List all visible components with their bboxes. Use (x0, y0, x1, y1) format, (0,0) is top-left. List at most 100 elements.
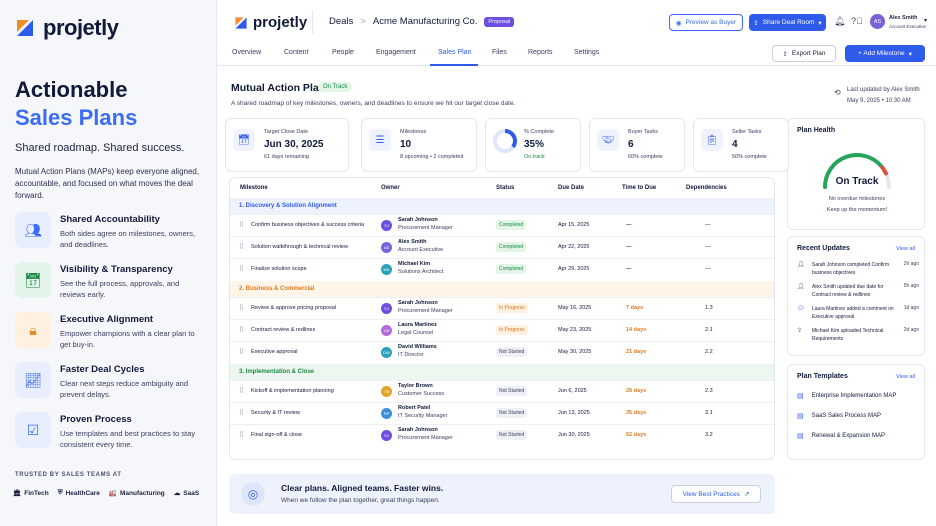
drag-handle-icon[interactable]: ⠿ (239, 431, 244, 439)
drag-handle-icon[interactable]: ⠿ (239, 348, 244, 356)
feature-item: ☑ Proven Process Use templates and best pr… (15, 412, 201, 452)
table-row[interactable]: ⠿ Final sign-off & close SJ Sarah Johnson Pr… (230, 424, 774, 446)
template-item[interactable]: ▤ SaaS Sales Process MAP (797, 412, 881, 420)
milestone-name[interactable]: Contract review & redlines (251, 327, 315, 333)
table-row[interactable]: ⠿ Finalize solution scope MK Michael Kim Sol… (230, 258, 774, 280)
feature-title: Faster Deal Cycles (60, 364, 145, 375)
table-row[interactable]: ⠿ Security & IT review RP Robert Patel IT Se… (230, 402, 774, 424)
help-icon[interactable]: ?⃝ (851, 16, 863, 26)
col-time-to-due[interactable]: Time to Due (622, 185, 656, 191)
status-badge[interactable]: In Progress (496, 303, 528, 313)
document-icon: ▤ (797, 413, 804, 420)
template-name: Renewal & Expansion MAP (811, 433, 885, 439)
col-due-date[interactable]: Due Date (558, 185, 584, 191)
col-status[interactable]: Status (496, 185, 514, 191)
bell-icon[interactable]: 🔔︎ (834, 16, 845, 27)
col-dependencies[interactable]: Dependencies (686, 185, 727, 191)
table-group-header[interactable]: 1. Discovery & Solution Alignment (230, 198, 774, 214)
stat-sub: 60% complete (628, 154, 663, 160)
export-plan-button[interactable]: ⇧ Export Plan (772, 45, 836, 62)
breadcrumb-separator: > (360, 16, 366, 27)
tab-reports[interactable]: Reports (528, 49, 553, 56)
factory-icon: 🏭 (108, 490, 117, 497)
due-date: May 16, 2025 (558, 305, 592, 311)
tab-people[interactable]: People (332, 49, 354, 56)
tab-engagement[interactable]: Engagement (376, 49, 416, 56)
owner-role: IT Security Manager (398, 413, 448, 419)
avatar[interactable]: AS (870, 14, 885, 29)
user-menu-chevron-icon[interactable]: ▾ (924, 17, 927, 24)
status-badge[interactable]: Not Started (496, 408, 528, 418)
share-deal-room-button[interactable]: ⇪ Share Deal Room ▾ (749, 14, 826, 31)
status-badge[interactable]: In Progress (496, 325, 528, 335)
table-group-header[interactable]: 3. Implementation & Close (230, 364, 774, 380)
tab-overview[interactable]: Overview (232, 49, 261, 56)
tab-sales-plan[interactable]: Sales Plan (438, 49, 471, 56)
milestone-name[interactable]: Security & IT review (251, 410, 300, 416)
drag-handle-icon[interactable]: ⠿ (239, 221, 244, 229)
templates-view-all-link[interactable]: View all (896, 374, 915, 380)
template-item[interactable]: ▤ Enterprise Implementation MAP (797, 392, 896, 400)
banner-title: Clear plans. Aligned teams. Faster wins. (281, 483, 444, 493)
drag-handle-icon[interactable]: ⠿ (239, 326, 244, 334)
owner-name: David Williams (398, 344, 437, 350)
add-milestone-button[interactable]: + Add Milestone ▾ (845, 45, 925, 62)
milestone-name[interactable]: Final sign-off & close (251, 432, 302, 438)
breadcrumb-deals[interactable]: Deals (329, 16, 353, 27)
milestone-name[interactable]: Executive approval (251, 349, 297, 355)
due-date: May 23, 2025 (558, 327, 592, 333)
app-logo[interactable]: projetly (234, 14, 307, 31)
tab-files[interactable]: Files (492, 49, 507, 56)
view-best-practices-button[interactable]: View Best Practices ↗ (671, 485, 761, 503)
table-row[interactable]: ⠿ Kickoff & implementation planning TB Tayl… (230, 380, 774, 402)
col-owner[interactable]: Owner (381, 185, 400, 191)
milestone-name[interactable]: Finalize solution scope (251, 266, 307, 272)
owner-role: Procurement Manager (398, 308, 453, 314)
update-time: 1d ago (903, 305, 919, 311)
table-row[interactable]: ⠿ Executive approval DW David Williams IT Di… (230, 341, 774, 363)
status-badge[interactable]: Not Started (496, 347, 528, 357)
milestone-name[interactable]: Kickoff & implementation planning (251, 388, 334, 394)
feature-item: 👥︎ Shared Accountability Both sides agree … (15, 212, 201, 252)
drag-handle-icon[interactable]: ⠿ (239, 304, 244, 312)
status-badge[interactable]: Completed (496, 264, 527, 274)
updates-view-all-link[interactable]: View all (896, 246, 915, 252)
time-to-due: 21 days (626, 349, 647, 355)
table-row[interactable]: ⠿ Review & approve pricing proposal SJ Sara… (230, 297, 774, 319)
drag-handle-icon[interactable]: ⠿ (239, 265, 244, 273)
status-badge[interactable]: Completed (496, 242, 527, 252)
stat-label: % Complete (524, 129, 554, 135)
milestone-name[interactable]: Review & approve pricing proposal (251, 305, 336, 311)
stage-badge: Proposal (484, 16, 515, 27)
stat-label: Target Close Date (264, 129, 309, 135)
tab-settings[interactable]: Settings (574, 49, 599, 56)
table-group-header[interactable]: 2. Business & Commercial (230, 281, 774, 297)
drag-handle-icon[interactable]: ⠿ (239, 243, 244, 251)
drag-handle-icon[interactable]: ⠿ (239, 387, 244, 395)
col-milestone[interactable]: Milestone (240, 185, 268, 191)
owner-name: Robert Patel (398, 405, 431, 411)
template-item[interactable]: ▤ Renewal & Expansion MAP (797, 432, 885, 440)
preview-as-buyer-button[interactable]: ◉ Preview as Buyer (669, 14, 743, 31)
status-badge[interactable]: Completed (496, 220, 527, 230)
breadcrumb-account[interactable]: Acme Manufacturing Co. (373, 16, 478, 27)
stat-card: ☰ Milestones 10 8 upcoming • 2 completed (361, 118, 477, 172)
milestone-name[interactable]: Confirm business objectives & success cr… (251, 222, 364, 228)
milestone-name[interactable]: Solution walkthrough & technical review (251, 244, 348, 250)
document-icon: ▤ (797, 393, 804, 400)
drag-handle-icon[interactable]: ⠿ (239, 409, 244, 417)
owner-avatar: SJ (381, 303, 392, 314)
tab-content[interactable]: Content (284, 49, 309, 56)
user-check-icon: 👤︎ (797, 262, 805, 268)
feature-title: Proven Process (60, 414, 132, 425)
stat-value: Jun 30, 2025 (264, 139, 324, 150)
table-row[interactable]: ⠿ Solution walkthrough & technical review… (230, 236, 774, 258)
time-to-due: 28 days (626, 388, 647, 394)
dependency: — (705, 244, 711, 250)
status-badge[interactable]: Not Started (496, 430, 528, 440)
table-row[interactable]: ⠿ Confirm business objectives & success c… (230, 214, 774, 236)
status-badge[interactable]: Not Started (496, 386, 528, 396)
dependency: — (705, 222, 711, 228)
update-text: Sarah Johnson completed Confirm business… (812, 262, 889, 276)
table-row[interactable]: ⠿ Contract review & redlines LM Laura Marti… (230, 319, 774, 341)
